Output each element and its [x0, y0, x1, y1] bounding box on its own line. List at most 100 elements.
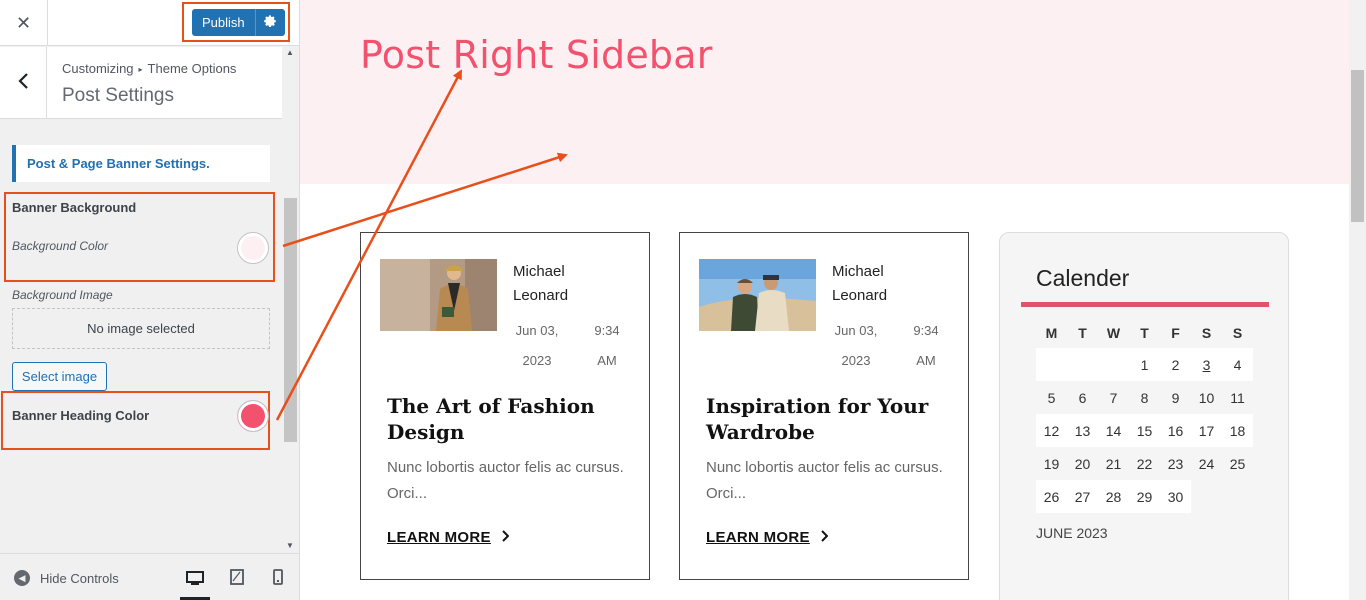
- close-icon: ✕: [15, 12, 32, 33]
- chevron-right-icon: [820, 529, 829, 546]
- calendar-day: 9: [1171, 389, 1180, 406]
- publish-label: Publish: [202, 15, 245, 30]
- post-banner: Post Right Sidebar: [300, 0, 1349, 184]
- weekday-header: T: [1078, 325, 1087, 341]
- calendar-week-row: 19 20 21 22 23 24 25: [1036, 447, 1253, 480]
- group-title: Post & Page Banner Settings.: [12, 145, 270, 182]
- weekday-header: W: [1106, 325, 1121, 341]
- chevron-right-icon: [501, 529, 510, 546]
- publish-highlight: Publish: [182, 2, 290, 42]
- publish-button[interactable]: Publish: [192, 9, 285, 36]
- close-button[interactable]: ✕: [0, 0, 48, 46]
- calendar-day: 27: [1067, 480, 1098, 513]
- breadcrumb-separator-icon: ▸: [138, 65, 143, 74]
- calendar-day: 18: [1222, 414, 1253, 447]
- scroll-down-arrow-icon[interactable]: ▼: [286, 541, 294, 550]
- desktop-preview-button[interactable]: [180, 565, 210, 600]
- calendar-day: 6: [1078, 389, 1087, 406]
- calendar-day: 23: [1167, 455, 1184, 472]
- calendar-day-empty: [1222, 480, 1253, 513]
- banner-title: Post Right Sidebar: [360, 33, 713, 77]
- calendar-week-row: 1 2 3 4: [1036, 348, 1253, 381]
- publish-divider: [255, 9, 256, 36]
- customizer-footer: ◀ Hide Controls: [0, 553, 299, 600]
- heading-color-swatch[interactable]: [237, 400, 269, 432]
- calendar-title: Calender: [1036, 265, 1130, 291]
- weekday-header: S: [1232, 325, 1243, 341]
- post-card: Michael Leonard Jun 03, 2023 9:34 AM The…: [360, 232, 650, 580]
- post-author[interactable]: Michael Leonard: [832, 260, 912, 308]
- background-image-placeholder[interactable]: No image selected: [12, 308, 270, 349]
- calendar-day: 21: [1105, 455, 1122, 472]
- post-title[interactable]: Inspiration for Your Wardrobe: [706, 393, 946, 445]
- preview-scrollbar[interactable]: [1349, 0, 1366, 600]
- mobile-preview-button[interactable]: [263, 565, 293, 593]
- calendar-day: 14: [1098, 414, 1129, 447]
- calendar-today-link[interactable]: 3: [1203, 357, 1211, 373]
- calendar-day: 26: [1036, 480, 1067, 513]
- background-color-swatch[interactable]: [237, 232, 269, 264]
- customizer-panel: ✕ Publish Customizing ▸ Theme Options Po…: [0, 0, 300, 600]
- calendar-day: 19: [1043, 455, 1060, 472]
- calendar-day: 11: [1230, 389, 1245, 406]
- post-author[interactable]: Michael Leonard: [513, 260, 593, 308]
- calendar-week-row: 26 27 28 29 30: [1036, 480, 1253, 513]
- post-time: 9:34 AM: [594, 323, 620, 368]
- post-title[interactable]: The Art of Fashion Design: [387, 393, 627, 445]
- breadcrumb-customizing: Customizing: [62, 61, 134, 76]
- calendar-day: 22: [1136, 455, 1153, 472]
- select-image-button[interactable]: Select image: [12, 362, 107, 391]
- tablet-icon: [230, 568, 244, 590]
- customizer-header: ✕ Publish: [0, 0, 299, 46]
- back-button[interactable]: [0, 47, 47, 119]
- calendar-day: 15: [1129, 414, 1160, 447]
- calendar-day: 8: [1140, 389, 1149, 406]
- post-date: Jun 03, 2023: [515, 323, 559, 368]
- learn-more-link[interactable]: LEARN MORE: [706, 529, 829, 546]
- section-title: Post Settings: [62, 85, 174, 106]
- calendar-day: [1036, 348, 1067, 381]
- calendar-month-label: JUNE 2023: [1036, 525, 1108, 541]
- calendar-day-empty: [1191, 480, 1222, 513]
- section-header: Customizing ▸ Theme Options Post Settings: [0, 47, 282, 119]
- calendar-weekday-row: M T W T F S S: [1036, 318, 1253, 348]
- panel-scrollbar-thumb[interactable]: [284, 198, 297, 442]
- calendar-day: 25: [1229, 455, 1246, 472]
- hide-controls-button[interactable]: ◀ Hide Controls: [14, 570, 119, 586]
- post-thumbnail[interactable]: [699, 259, 816, 331]
- calendar-day: 24: [1198, 455, 1215, 472]
- post-excerpt: Nunc lobortis auctor felis ac cursus. Or…: [706, 459, 943, 502]
- preview-scrollbar-thumb[interactable]: [1351, 70, 1364, 222]
- scroll-up-arrow-icon[interactable]: ▲: [286, 48, 294, 57]
- breadcrumb-theme-options: Theme Options: [147, 61, 237, 76]
- collapse-arrow-icon: ◀: [14, 570, 30, 586]
- background-image-label: Background Image: [12, 288, 113, 302]
- calendar-day: [1067, 348, 1098, 381]
- calendar-day: 28: [1098, 480, 1129, 513]
- calendar-day-today[interactable]: 3: [1191, 348, 1222, 381]
- desktop-icon: [186, 570, 204, 592]
- calendar-widget: Calender M T W T F S S 1 2 3 4 5 6 7 8 9…: [999, 232, 1289, 600]
- calendar-day: 10: [1198, 389, 1215, 406]
- banner-background-label: Banner Background: [12, 200, 137, 215]
- learn-more-label: LEARN MORE: [706, 529, 810, 546]
- calendar-week-row: 5 6 7 8 9 10 11: [1036, 381, 1253, 414]
- site-preview: Post Right Sidebar Michael Leonard Jun 0…: [300, 0, 1366, 600]
- post-time: 9:34 AM: [913, 323, 939, 368]
- gear-icon[interactable]: [263, 14, 277, 31]
- calendar-day: 4: [1222, 348, 1253, 381]
- post-thumbnail[interactable]: [380, 259, 497, 331]
- calendar-day: 30: [1160, 480, 1191, 513]
- tablet-preview-button[interactable]: [222, 565, 252, 593]
- mobile-icon: [273, 568, 283, 590]
- group-title-label: Post & Page Banner Settings.: [27, 156, 210, 171]
- chevron-left-icon: [17, 70, 29, 96]
- calendar-day: 13: [1067, 414, 1098, 447]
- calendar-day: 5: [1047, 389, 1056, 406]
- weekday-header: M: [1045, 325, 1058, 341]
- calendar-week-row: 12 13 14 15 16 17 18: [1036, 414, 1253, 447]
- learn-more-link[interactable]: LEARN MORE: [387, 529, 510, 546]
- calendar-day: 7: [1109, 389, 1118, 406]
- post-card: Michael Leonard Jun 03, 2023 9:34 AM Ins…: [679, 232, 969, 580]
- banner-heading-color-label: Banner Heading Color: [12, 408, 150, 423]
